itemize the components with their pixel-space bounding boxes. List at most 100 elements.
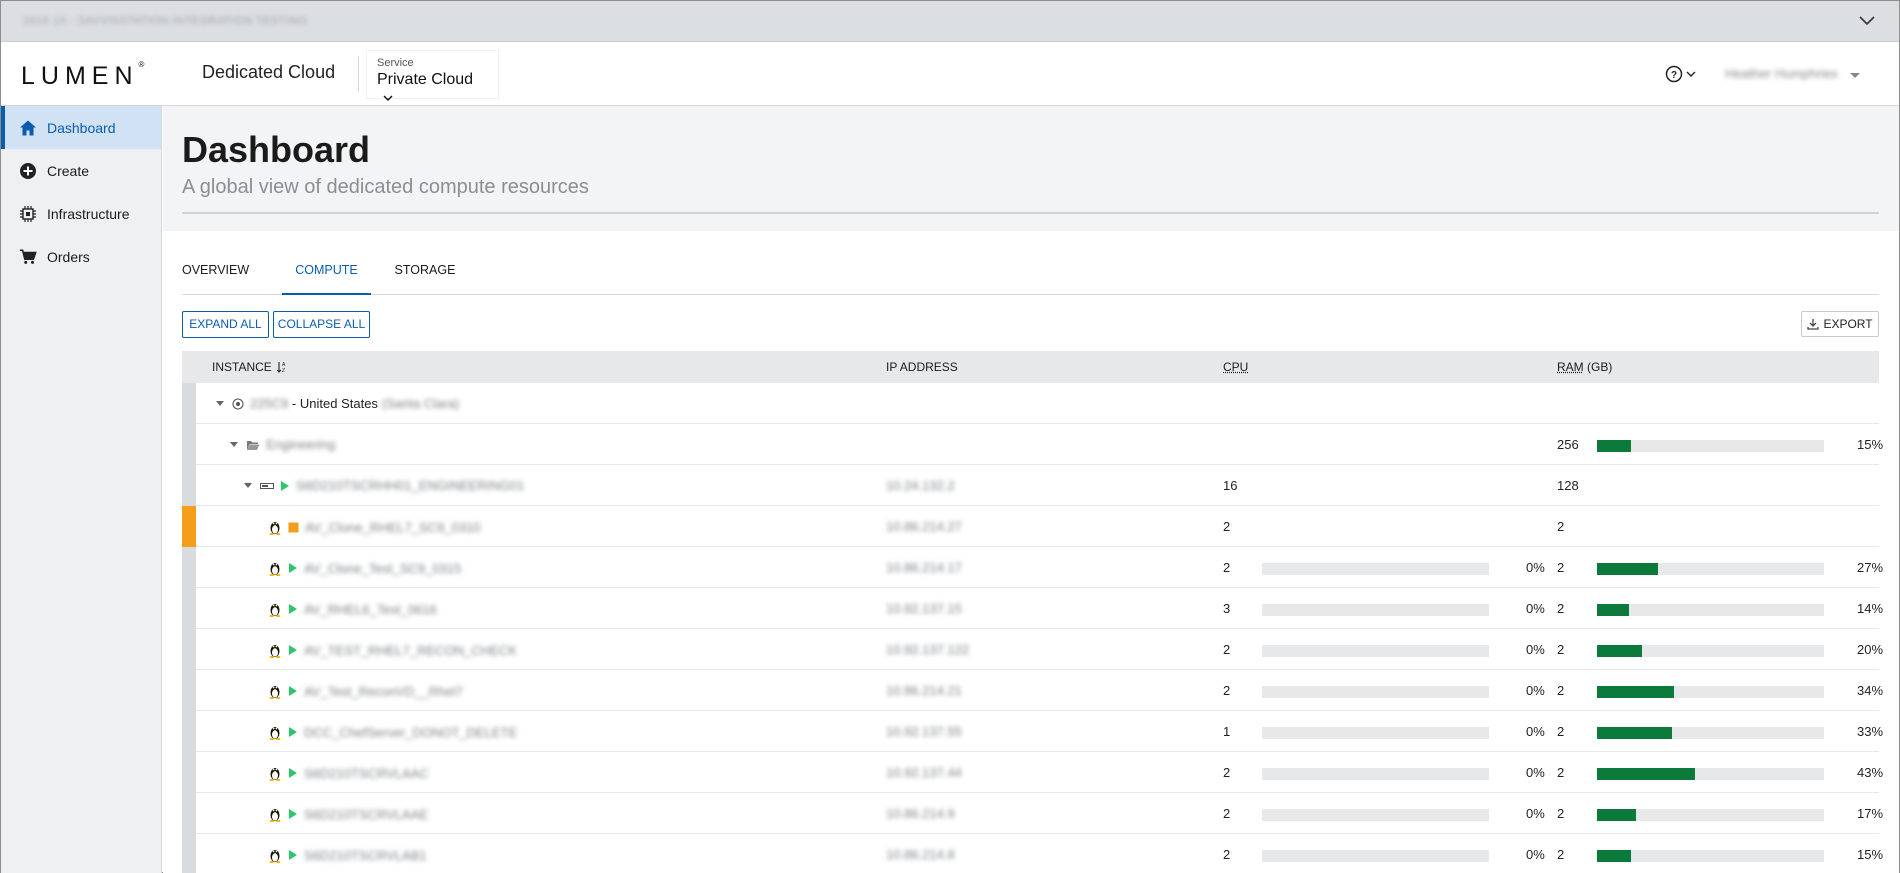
row-stripe: [182, 793, 196, 834]
ram-usage-percent: 27%: [1857, 560, 1884, 575]
group-name: Engineering: [266, 437, 336, 452]
group-row[interactable]: Engineering 256 15%: [182, 424, 1883, 465]
hero-divider: [182, 212, 1879, 214]
vm-row[interactable]: DCC_ChefServer_DONOT_DELETE 10.92.137.55…: [182, 711, 1883, 752]
compute-table: 225C9 - United States (Santa Clara) Engi…: [182, 383, 1883, 873]
user-menu[interactable]: Heather Humphries: [1725, 66, 1838, 81]
download-icon: [1807, 319, 1820, 330]
cart-icon: [19, 248, 37, 266]
sidebar: Dashboard Create Infrastructure Orders: [1, 106, 162, 873]
ram-usage-percent: 14%: [1857, 601, 1884, 616]
region-row[interactable]: 225C9 - United States (Santa Clara): [182, 383, 1879, 424]
caret-down-icon[interactable]: [216, 401, 224, 406]
sidebar-item-infrastructure[interactable]: Infrastructure: [1, 192, 161, 235]
cpu-usage-percent: 0%: [1526, 642, 1545, 657]
vm-cpu: 2: [1223, 519, 1231, 534]
service-value: Private Cloud: [377, 71, 474, 88]
tab-storage[interactable]: STORAGE: [388, 246, 462, 295]
host-row[interactable]: S6D210TSCRHH01_ENGINEERING01 10.24.132.2…: [182, 465, 1879, 506]
vm-cpu: 2: [1223, 765, 1231, 780]
ram-usage-bar: [1597, 727, 1824, 739]
linux-penguin-icon: [269, 645, 281, 658]
help-icon: ?: [1665, 65, 1696, 83]
vm-name: AV_Clone_RHEL7_SC9_0310: [305, 519, 481, 535]
vm-cpu: 2: [1223, 560, 1231, 575]
cpu-usage-percent: 0%: [1526, 847, 1545, 862]
vm-ip: 10.86.214.27: [886, 519, 962, 534]
expand-all-button[interactable]: EXPAND ALL: [182, 311, 269, 338]
chevron-down-icon[interactable]: [1857, 11, 1877, 31]
cpu-usage-percent: 0%: [1526, 560, 1545, 575]
usage-bar-fill: [1597, 440, 1632, 452]
ram-usage-bar: [1597, 440, 1824, 452]
sidebar-item-label: Infrastructure: [47, 205, 130, 222]
play-icon: [289, 809, 297, 819]
col-cpu[interactable]: CPU: [1223, 360, 1248, 374]
sidebar-item-orders[interactable]: Orders: [1, 235, 161, 278]
sidebar-item-dashboard[interactable]: Dashboard: [1, 106, 161, 149]
vm-cpu: 3: [1223, 601, 1231, 616]
col-ram[interactable]: RAM (GB): [1557, 360, 1612, 374]
ram-usage-percent: 34%: [1857, 683, 1884, 698]
tab-overview[interactable]: OVERVIEW: [182, 246, 249, 295]
export-label: EXPORT: [1823, 317, 1873, 331]
cpu-usage-bar: [1262, 604, 1489, 616]
usage-bar-fill: [1597, 768, 1695, 780]
ram-usage-bar: [1597, 768, 1824, 780]
ram-usage-bar: [1597, 604, 1824, 616]
caret-down-icon[interactable]: [230, 442, 238, 447]
linux-penguin-icon: [269, 563, 281, 576]
server-icon: [260, 482, 274, 489]
linux-penguin-icon: [269, 727, 281, 740]
usage-bar-fill: [1597, 850, 1632, 862]
vm-cpu: 1: [1223, 724, 1231, 739]
caret-down-icon[interactable]: [244, 483, 252, 488]
col-instance[interactable]: INSTANCE AZ: [212, 360, 288, 374]
cpu-usage-bar: [1262, 768, 1489, 780]
ram-usage-percent: 33%: [1857, 724, 1884, 739]
caret-down-icon[interactable]: [1850, 73, 1860, 78]
cpu-usage-percent: 0%: [1526, 806, 1545, 821]
play-icon: [289, 686, 297, 696]
header-divider: [358, 56, 359, 92]
vm-row[interactable]: AV_TEST_RHEL7_RECON_CHECK 10.92.137.122 …: [182, 629, 1883, 670]
plus-circle-icon: [19, 162, 37, 180]
vm-ram: 2: [1557, 519, 1565, 534]
collapse-all-button[interactable]: COLLAPSE ALL: [273, 311, 370, 338]
sidebar-item-create[interactable]: Create: [1, 149, 161, 192]
vm-cpu: 2: [1223, 806, 1231, 821]
row-stripe: [182, 424, 196, 465]
sidebar-item-label: Orders: [47, 248, 90, 265]
table-header: INSTANCE AZ IP ADDRESS CPU RAM (GB): [182, 351, 1879, 383]
vm-row[interactable]: AV_Clone_Test_SC9_0315 10.86.214.17 2 2 …: [182, 547, 1883, 588]
folder-open-icon: [247, 440, 260, 450]
vm-cpu: 2: [1223, 642, 1231, 657]
cpu-usage-percent: 0%: [1526, 724, 1545, 739]
help-menu[interactable]: ?: [1665, 65, 1699, 88]
vm-row[interactable]: S6D210TSCRVLAAE 10.86.214.9 2 2 0% 17%: [182, 793, 1883, 834]
export-button[interactable]: EXPORT: [1801, 311, 1879, 337]
cpu-usage-percent: 0%: [1526, 601, 1545, 616]
linux-penguin-icon: [269, 522, 281, 535]
stopped-square-icon: [288, 522, 299, 532]
vm-row[interactable]: S6D210TSCRVLAB1 10.86.214.8 2 2 0% 15%: [182, 834, 1883, 873]
vm-row[interactable]: AV_Clone_RHEL7_SC9_0310 10.86.214.27 2 2: [182, 506, 1879, 547]
main-content: Dashboard A global view of dedicated com…: [163, 106, 1899, 873]
vm-name: S6D210TSCRVLAAE: [304, 806, 429, 822]
region-separator: -: [288, 396, 300, 411]
vm-row[interactable]: S6D210TSCRVLAAC 10.92.137.44 2 2 0% 43%: [182, 752, 1883, 793]
app-header: LUMEN® Dedicated Cloud Service Private C…: [1, 42, 1899, 106]
service-selector[interactable]: Service Private Cloud: [366, 50, 499, 101]
vm-row[interactable]: AV_RHEL6_Test_0616 10.92.137.15 3 2 0% 14…: [182, 588, 1883, 629]
sort-icon[interactable]: AZ: [276, 361, 288, 374]
row-stripe: [182, 752, 196, 793]
cpu-usage-bar: [1262, 809, 1489, 821]
vm-row[interactable]: AV_Test_ReconVD__Rhel7 10.86.214.21 2 2 …: [182, 670, 1883, 711]
vm-cpu: 2: [1223, 683, 1231, 698]
host-ip: 10.24.132.2: [886, 478, 955, 493]
region-code: 225C9: [250, 396, 289, 411]
tab-compute[interactable]: COMPUTE: [282, 246, 371, 295]
cpu-usage-bar: [1262, 563, 1489, 575]
product-name: Dedicated Cloud: [202, 62, 336, 82]
lumen-logo[interactable]: LUMEN®: [21, 60, 144, 91]
